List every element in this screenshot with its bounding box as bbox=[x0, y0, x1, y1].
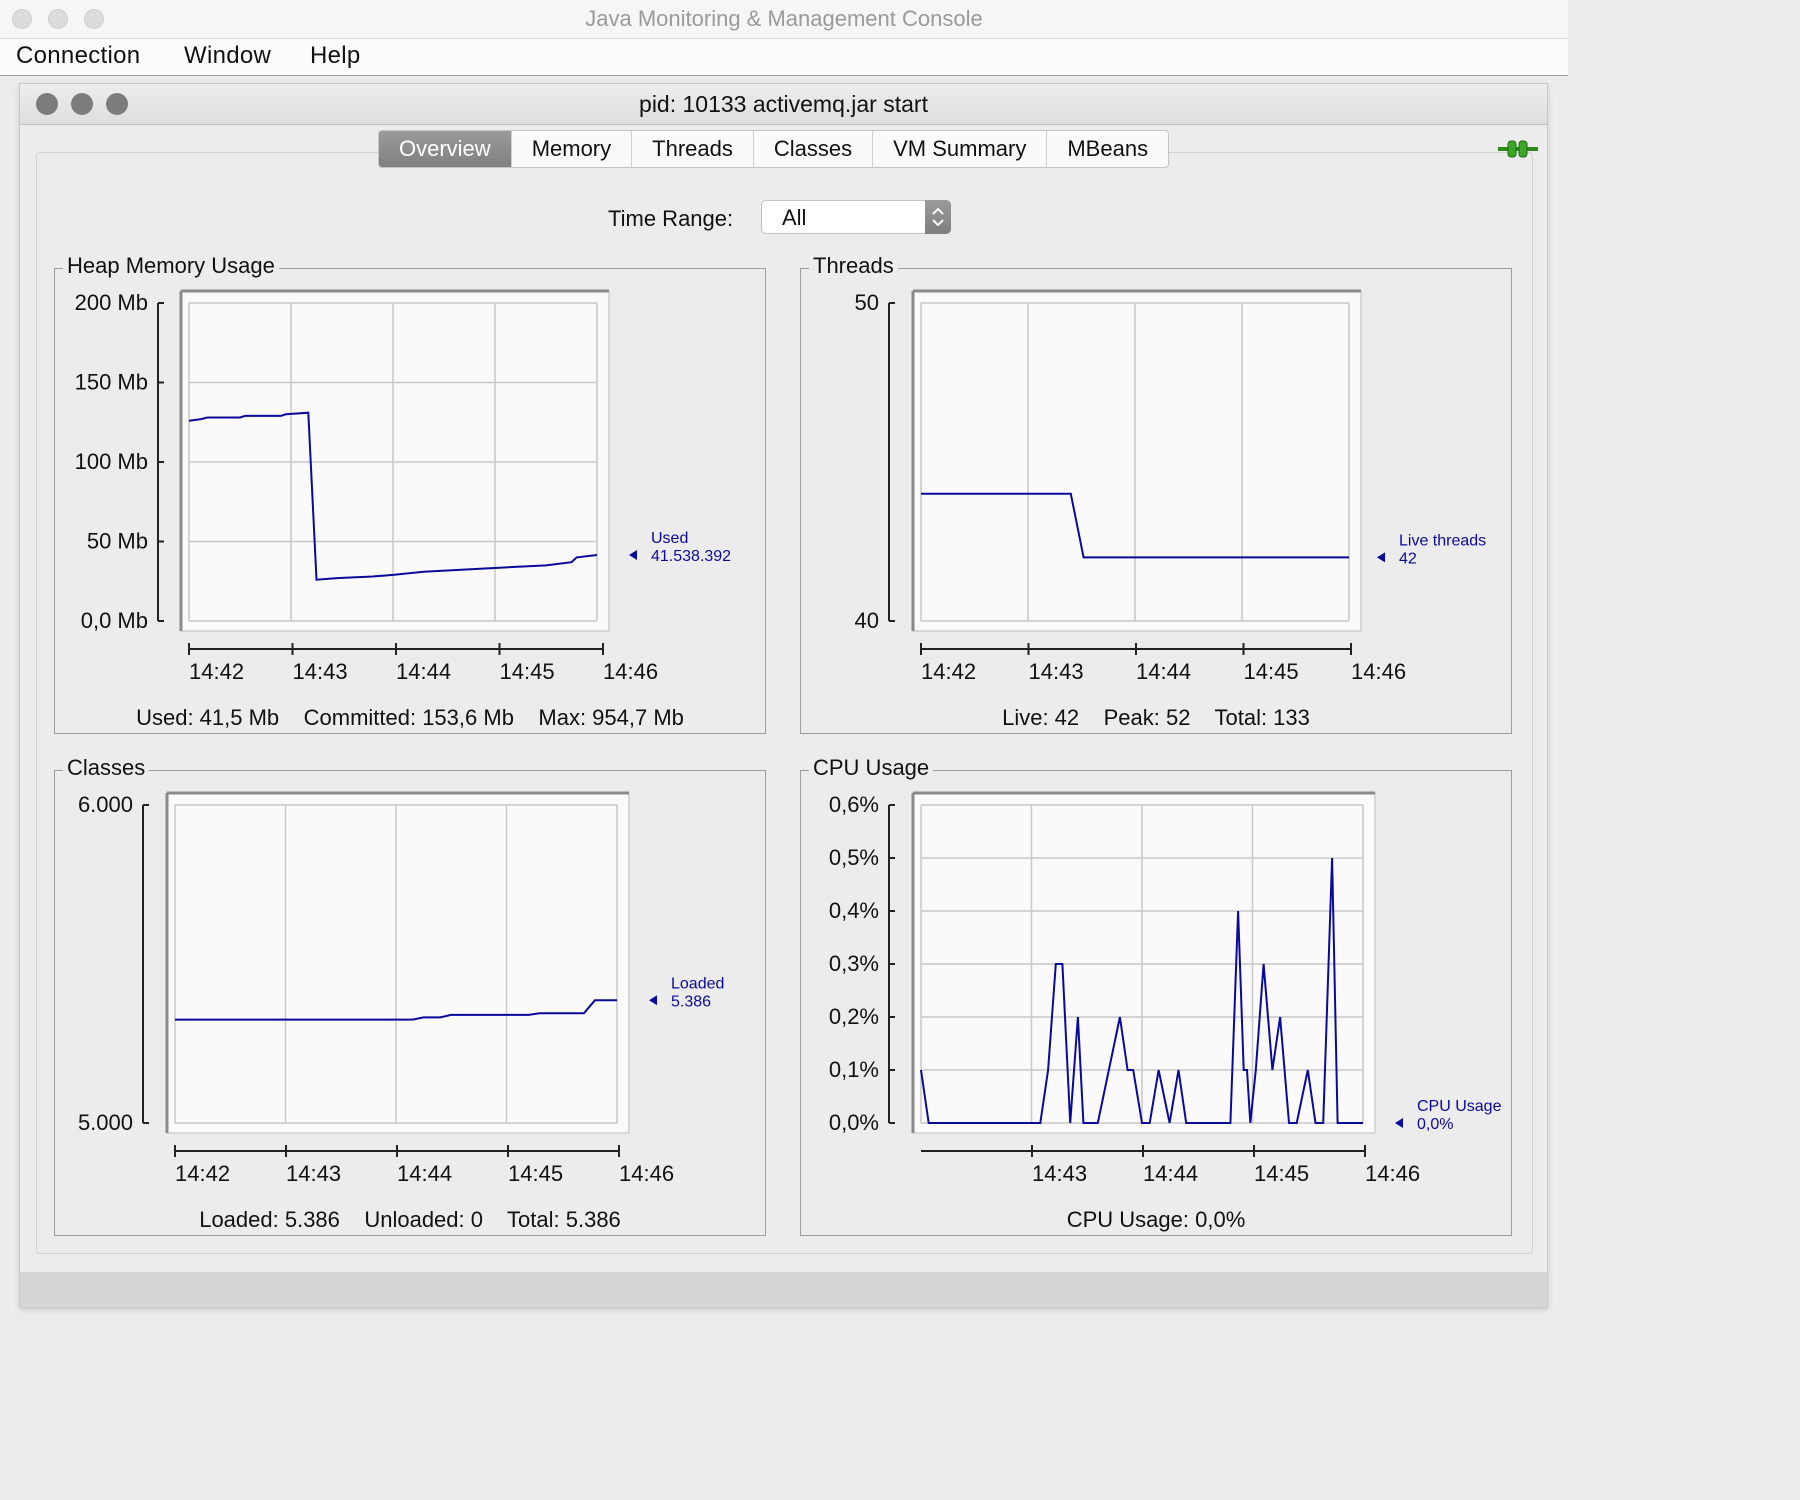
y-tick-label: 0,2% bbox=[829, 1004, 879, 1029]
connection-frame: pid: 10133 activemq.jar start Overview M… bbox=[20, 84, 1547, 1307]
series-name-label: Live threads bbox=[1399, 532, 1486, 549]
tab-threads[interactable]: Threads bbox=[632, 131, 754, 167]
frame-title: pid: 10133 activemq.jar start bbox=[639, 91, 928, 117]
x-tick-label: 14:42 bbox=[175, 1161, 230, 1186]
x-tick-label: 14:46 bbox=[603, 659, 658, 684]
series-name-label: CPU Usage bbox=[1417, 1098, 1502, 1115]
heap-memory-panel: Heap Memory Usage 0,0 Mb 50 Mb 100 Mb 150 M… bbox=[54, 253, 766, 734]
y-tick-label: 40 bbox=[855, 608, 879, 633]
y-tick-label: 6.000 bbox=[78, 792, 133, 817]
classes-chart: 5.000 6.000 14:42 14:43 14:44 14:45 14:46 Loade… bbox=[78, 791, 724, 1186]
menu-help[interactable]: Help bbox=[310, 42, 361, 70]
threads-panel: Threads 40 50 14:42 14:43 14:44 14:45 14:46 Liv… bbox=[800, 253, 1512, 734]
y-tick-label: 50 bbox=[855, 290, 879, 315]
plot-area bbox=[166, 792, 630, 1134]
frame-titlebar: pid: 10133 activemq.jar start bbox=[20, 84, 1547, 125]
series-value-label: 5.386 bbox=[671, 993, 711, 1010]
tab-mbeans[interactable]: MBeans bbox=[1047, 131, 1169, 167]
classes-panel: Classes 5.000 6.000 14:42 14:43 14:44 14:45 14… bbox=[54, 755, 766, 1236]
tab-memory[interactable]: Memory bbox=[511, 131, 633, 167]
series-name-label: Loaded bbox=[671, 975, 724, 992]
x-tick-label: 14:44 bbox=[397, 1161, 452, 1186]
classes-summary: Loaded: 5.386 Unloaded: 0 Total: 5.386 bbox=[199, 1207, 621, 1232]
x-tick-label: 14:46 bbox=[619, 1161, 674, 1186]
threads-chart: 40 50 14:42 14:43 14:44 14:45 14:46 Live thread… bbox=[855, 289, 1486, 684]
time-range-label: Time Range: bbox=[608, 206, 734, 231]
x-tick-label: 14:42 bbox=[921, 659, 976, 684]
y-tick-label: 50 Mb bbox=[87, 529, 148, 554]
series-value-label: 0,0% bbox=[1417, 1116, 1453, 1133]
x-tick-label: 14:44 bbox=[1143, 1161, 1198, 1186]
tab-bar: Overview Memory Threads Classes VM Summa… bbox=[378, 130, 1170, 168]
threads-summary: Live: 42 Peak: 52 Total: 133 bbox=[1002, 705, 1310, 730]
series-value-label: 41.538.392 bbox=[651, 548, 731, 565]
menu-bar: Connection Window Help bbox=[0, 39, 1568, 76]
time-range-value: All bbox=[782, 205, 807, 230]
value-marker-icon bbox=[1395, 1118, 1403, 1128]
x-tick-label: 14:45 bbox=[1254, 1161, 1309, 1186]
connection-status-icon[interactable] bbox=[1498, 139, 1538, 159]
x-tick-label: 14:43 bbox=[1032, 1161, 1087, 1186]
value-marker-icon bbox=[629, 550, 637, 561]
y-tick-label: 0,1% bbox=[829, 1057, 879, 1082]
x-tick-label: 14:43 bbox=[286, 1161, 341, 1186]
x-tick-label: 14:46 bbox=[1365, 1161, 1420, 1186]
series-name-label: Used bbox=[651, 530, 688, 547]
y-tick-label: 0,4% bbox=[829, 898, 879, 923]
y-tick-label: 0,5% bbox=[829, 845, 879, 870]
x-tick-label: 14:46 bbox=[1351, 659, 1406, 684]
status-strip bbox=[20, 1272, 1547, 1307]
y-tick-label: 0,3% bbox=[829, 951, 879, 976]
x-tick-label: 14:45 bbox=[500, 659, 555, 684]
value-marker-icon bbox=[649, 995, 657, 1006]
time-range-select[interactable]: All bbox=[761, 200, 951, 234]
x-tick-label: 14:44 bbox=[1136, 659, 1191, 684]
tab-vm-summary[interactable]: VM Summary bbox=[873, 131, 1048, 167]
tab-classes[interactable]: Classes bbox=[753, 131, 874, 167]
y-tick-label: 150 Mb bbox=[75, 370, 148, 395]
y-tick-label: 100 Mb bbox=[75, 449, 148, 474]
x-tick-label: 14:43 bbox=[293, 659, 348, 684]
value-marker-icon bbox=[1377, 552, 1385, 563]
menu-window[interactable]: Window bbox=[184, 42, 271, 70]
x-tick-label: 14:44 bbox=[396, 659, 451, 684]
menu-connection[interactable]: Connection bbox=[16, 42, 140, 70]
x-tick-label: 14:45 bbox=[508, 1161, 563, 1186]
window-titlebar: Java Monitoring & Management Console bbox=[0, 0, 1568, 39]
y-tick-label: 5.000 bbox=[78, 1110, 133, 1135]
tab-overview[interactable]: Overview bbox=[379, 131, 512, 167]
plot-area bbox=[180, 290, 610, 632]
plot-area bbox=[912, 290, 1362, 632]
y-tick-label: 0,0% bbox=[829, 1110, 879, 1135]
x-tick-label: 14:43 bbox=[1029, 659, 1084, 684]
cpu-usage-chart: 0,0% 0,1% 0,2% 0,3% 0,4% 0,5% 0,6% 14:43 14:44 14… bbox=[829, 791, 1502, 1186]
x-tick-label: 14:45 bbox=[1244, 659, 1299, 684]
x-tick-label: 14:42 bbox=[189, 659, 244, 684]
y-tick-label: 0,6% bbox=[829, 792, 879, 817]
heap-summary: Used: 41,5 Mb Committed: 153,6 Mb Max: 9… bbox=[136, 705, 684, 730]
y-tick-label: 200 Mb bbox=[75, 290, 148, 315]
window-title: Java Monitoring & Management Console bbox=[585, 6, 983, 31]
cpu-usage-panel: CPU Usage 0,0% 0,1% 0,2% 0,3% 0,4% 0,5% 0,6% 14… bbox=[800, 755, 1512, 1236]
stepper-icon[interactable] bbox=[925, 200, 951, 234]
heap-memory-chart: 0,0 Mb 50 Mb 100 Mb 150 Mb 200 Mb 14:42 14:43 1… bbox=[75, 289, 731, 684]
series-value-label: 42 bbox=[1399, 550, 1417, 567]
y-tick-label: 0,0 Mb bbox=[81, 608, 148, 633]
cpu-summary: CPU Usage: 0,0% bbox=[1066, 1207, 1246, 1232]
